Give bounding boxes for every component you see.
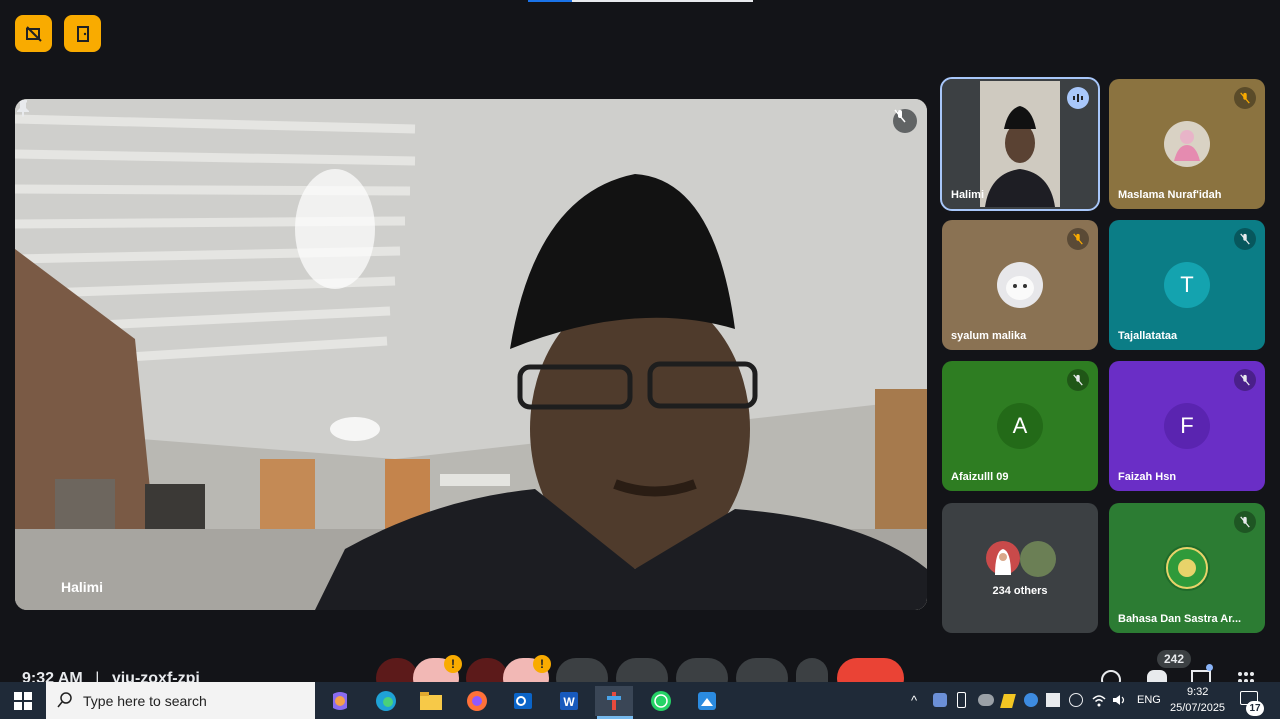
wifi-icon[interactable] (1092, 693, 1106, 707)
avatar (986, 541, 1020, 575)
notification-count: 17 (1246, 701, 1264, 716)
presenter-name: Halimi (61, 579, 104, 595)
mic-off-icon (1234, 511, 1256, 533)
avatar (997, 262, 1043, 308)
svg-text:W: W (563, 695, 575, 709)
participant-tile-maslama[interactable]: Maslama Nuraf'idah (1109, 79, 1265, 209)
others-count: 234 others (992, 585, 1048, 597)
avatar: F (1164, 403, 1210, 449)
shield-icon[interactable] (1046, 693, 1060, 707)
cloud-icon[interactable] (978, 694, 994, 706)
participant-name: syalum malika (951, 330, 1027, 342)
people-icon[interactable] (1147, 670, 1167, 682)
paint-icon[interactable] (692, 686, 722, 716)
speaking-indicator-icon (1067, 87, 1089, 109)
avatar: T (1164, 262, 1210, 308)
network-app-icon[interactable] (1024, 693, 1038, 707)
search-placeholder: Type here to search (83, 693, 207, 709)
notification-dot (1206, 664, 1213, 671)
participant-video (980, 81, 1060, 207)
volume-icon[interactable] (1112, 693, 1126, 707)
search-icon (57, 692, 72, 708)
power-icon[interactable] (1000, 694, 1016, 708)
present-button[interactable] (556, 658, 608, 682)
participant-tile-afaizulll[interactable]: A Afaizulll 09 (942, 361, 1098, 491)
tray-app-icon[interactable] (933, 693, 947, 707)
chat-icon[interactable] (1191, 670, 1211, 682)
participant-name: Bahasa Dan Sastra Ar... (1118, 613, 1242, 625)
participant-name: Maslama Nuraf'idah (1118, 189, 1222, 201)
main-video-tile[interactable]: Halimi (15, 99, 927, 610)
participant-name: Faizah Hsn (1118, 471, 1177, 483)
presenter-video (15, 99, 927, 610)
no-camera-indicator-icon[interactable] (15, 15, 52, 52)
outlook-icon[interactable] (508, 686, 538, 716)
meeting-time: 9:32 AM (22, 670, 83, 682)
windows-start-icon[interactable] (14, 692, 32, 715)
avatar (1020, 541, 1056, 577)
mic-off-icon (893, 109, 917, 133)
avatar: A (997, 403, 1043, 449)
more-options-button[interactable] (796, 658, 828, 682)
activities-icon[interactable] (1237, 670, 1255, 682)
update-icon[interactable] (1069, 693, 1083, 707)
windows-taskbar: Type here to search W ^ ENG 9:32 25/07/2… (0, 682, 1280, 719)
meeting-separator: | (95, 670, 100, 682)
file-explorer-icon[interactable] (416, 686, 446, 716)
door-icon[interactable] (64, 15, 101, 52)
clock-date[interactable]: 25/07/2025 (1170, 702, 1225, 714)
warning-icon: ! (533, 655, 551, 673)
copilot-icon[interactable] (325, 686, 355, 716)
others-tile[interactable]: 234 others (942, 503, 1098, 633)
camera-options-button[interactable] (466, 658, 508, 682)
word-icon[interactable]: W (554, 686, 584, 716)
mic-off-icon (1067, 369, 1089, 391)
mic-off-icon (1234, 228, 1256, 250)
captions-button[interactable] (676, 658, 728, 682)
meeting-code: yiu-zoxf-zpi (111, 670, 200, 682)
people-count-badge: 242 (1157, 650, 1191, 668)
participant-tile-bahasa[interactable]: Bahasa Dan Sastra Ar... (1109, 503, 1265, 633)
firefox-icon[interactable] (462, 686, 492, 716)
chevron-up-icon[interactable]: ^ (911, 693, 917, 708)
raise-hand-button[interactable] (736, 658, 788, 682)
meet-window: Halimi Halimi Maslama Nuraf'idah syalum … (0, 0, 1280, 682)
mic-off-icon (1067, 228, 1089, 250)
emoji-button[interactable] (616, 658, 668, 682)
participant-name: Tajallatataa (1118, 330, 1178, 342)
mic-off-icon (1234, 369, 1256, 391)
mic-options-button[interactable] (376, 658, 418, 682)
participant-tile-tajallatataa[interactable]: T Tajallatataa (1109, 220, 1265, 350)
battery-icon[interactable] (957, 692, 966, 708)
participant-tile-halimi[interactable]: Halimi (940, 77, 1100, 211)
clock-time[interactable]: 9:32 (1187, 686, 1208, 698)
info-icon[interactable] (1101, 670, 1121, 682)
app-icon[interactable] (595, 686, 633, 716)
participant-name: Afaizulll 09 (951, 471, 1009, 483)
edge-icon[interactable] (371, 686, 401, 716)
mic-off-icon (1234, 87, 1256, 109)
participant-tile-faizah[interactable]: F Faizah Hsn (1109, 361, 1265, 491)
meeting-info: 9:32 AM | yiu-zoxf-zpi (22, 670, 200, 682)
end-call-button[interactable] (837, 658, 904, 682)
whatsapp-icon[interactable] (646, 686, 676, 716)
taskbar-search[interactable]: Type here to search (46, 682, 315, 719)
avatar (1164, 545, 1210, 591)
warning-icon: ! (444, 655, 462, 673)
language-indicator[interactable]: ENG (1137, 694, 1161, 706)
top-progress (528, 0, 753, 2)
avatar (1164, 121, 1210, 167)
participant-tile-syalum[interactable]: syalum malika (942, 220, 1098, 350)
participant-name: Halimi (951, 189, 985, 201)
pin-icon[interactable] (15, 99, 31, 117)
